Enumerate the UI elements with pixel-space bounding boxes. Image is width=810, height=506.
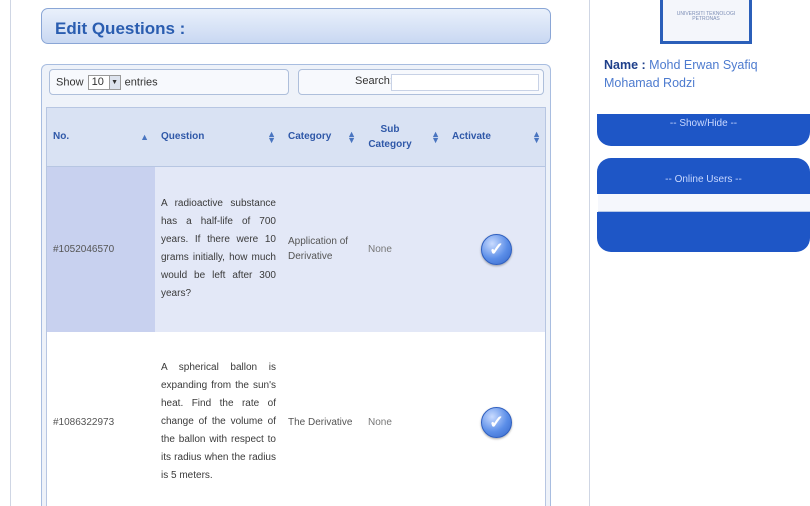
question-sub-category: None: [362, 332, 446, 506]
content-left-border: [10, 0, 11, 506]
column-header-label: Activate: [452, 131, 491, 143]
column-header-label: No.: [53, 131, 70, 143]
column-header-label: Category: [288, 131, 332, 143]
table-header-row: No. ▲ Question ▲ ▼ Category ▲ ▼ Sub Catego…: [47, 108, 545, 167]
column-header-question[interactable]: Question ▲ ▼: [155, 108, 282, 167]
chevron-down-icon: ▼: [108, 76, 120, 89]
search-control: Search:: [298, 69, 544, 95]
online-users-panel-footer: [597, 212, 810, 252]
entries-select-value: 10: [91, 76, 104, 88]
sort-both-icon: ▲ ▼: [431, 128, 440, 145]
table-row[interactable]: #1052046570 A radioactive substance has …: [47, 166, 545, 332]
questions-table: No. ▲ Question ▲ ▼ Category ▲ ▼ Sub Catego…: [46, 107, 546, 506]
sort-asc-icon: ▲: [140, 131, 149, 142]
search-label: Search:: [355, 75, 393, 87]
check-circle-icon[interactable]: ✓: [481, 406, 512, 438]
column-header-category[interactable]: Category ▲ ▼: [282, 108, 362, 167]
question-text: A radioactive substance has a half-life …: [155, 166, 282, 332]
logo-text: UNIVERSITI TEKNOLOGI PETRONAS: [676, 11, 736, 22]
column-header-activate[interactable]: Activate ▲ ▼: [446, 108, 545, 167]
column-header-no[interactable]: No. ▲: [47, 108, 155, 167]
question-id: #1086322973: [47, 332, 155, 506]
question-sub-category: None: [362, 166, 446, 332]
content-right-border: [589, 0, 590, 506]
sort-both-icon: ▲ ▼: [347, 128, 356, 145]
sort-both-icon: ▲ ▼: [267, 128, 276, 145]
entries-length-control: Show 10 ▼ entries: [49, 69, 289, 95]
user-name: Name : Mohd Erwan Syafiq Mohamad Rodzi: [604, 56, 810, 92]
question-category: Application of Derivative: [282, 166, 362, 332]
show-label: Show: [56, 76, 84, 89]
university-logo: UNIVERSITI TEKNOLOGI PETRONAS: [660, 0, 752, 44]
column-header-sub-category[interactable]: Sub Category ▲ ▼: [362, 108, 446, 167]
table-row[interactable]: #1086322973 A spherical ballon is expand…: [47, 332, 545, 506]
name-label: Name :: [604, 58, 646, 72]
activate-cell: ✓: [446, 166, 545, 332]
page-title: Edit Questions :: [41, 8, 551, 44]
entries-select[interactable]: 10 ▼: [87, 75, 121, 90]
online-users-header[interactable]: -- Online Users --: [597, 158, 810, 194]
table-controls: Show 10 ▼ entries Search:: [42, 65, 550, 105]
column-header-label: Sub Category: [368, 123, 412, 150]
entries-label: entries: [124, 76, 158, 89]
question-category: The Derivative: [282, 332, 362, 506]
show-hide-toggle[interactable]: -- Show/Hide --: [597, 114, 810, 146]
question-text: A spherical ballon is expanding from the…: [155, 332, 282, 506]
question-id: #1052046570: [47, 166, 155, 332]
questions-table-wrapper: Show 10 ▼ entries Search: No. ▲ Question…: [41, 64, 551, 506]
check-circle-icon[interactable]: ✓: [481, 233, 512, 265]
search-input[interactable]: [391, 74, 539, 91]
activate-cell: ✓: [446, 332, 545, 506]
column-header-label: Question: [161, 131, 205, 143]
online-users-list: [598, 194, 810, 212]
sort-both-icon: ▲ ▼: [532, 128, 541, 145]
